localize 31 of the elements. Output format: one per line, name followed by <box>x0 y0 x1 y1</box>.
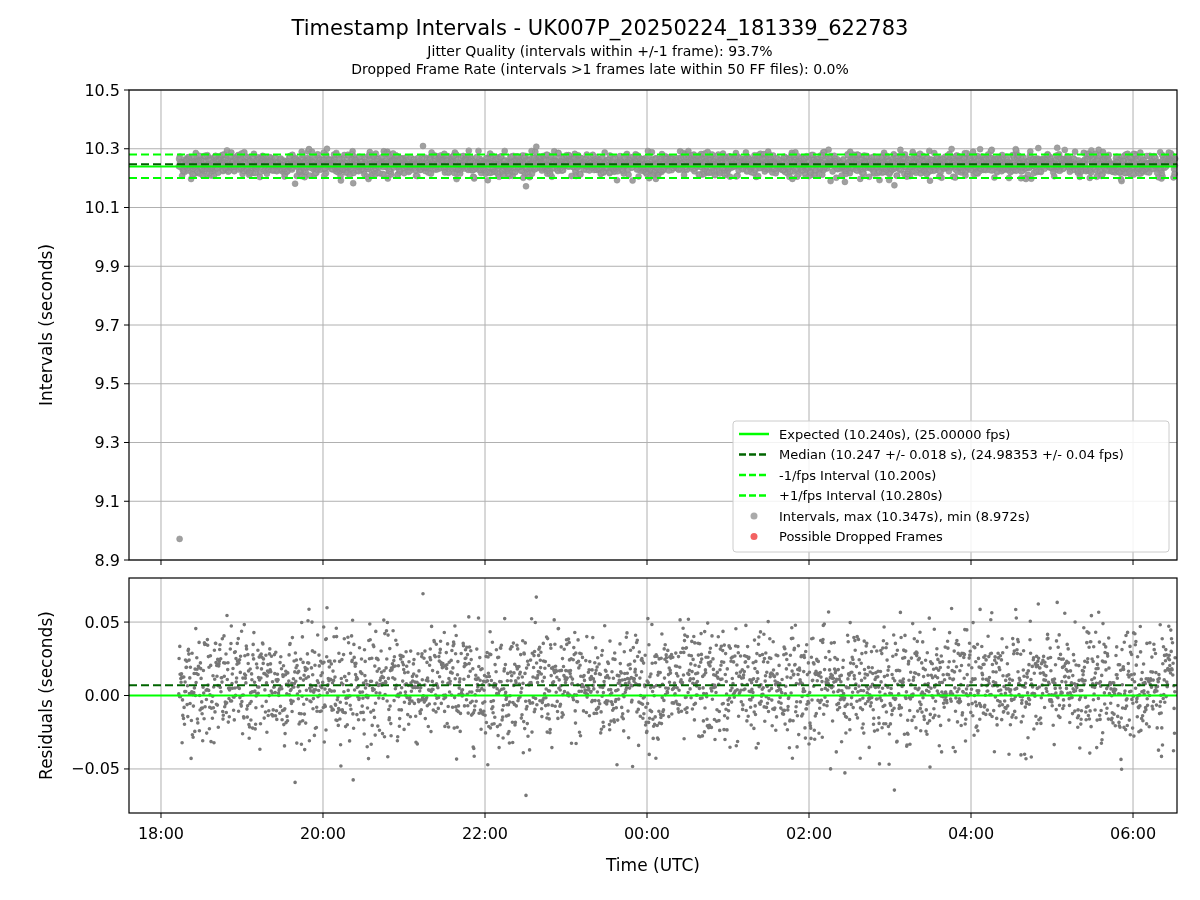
tick-label: 06:00 <box>1109 823 1157 843</box>
tick-label: 18:00 <box>137 823 185 843</box>
legend-label: Median (10.247 +/- 0.018 s), (24.98353 +/- 0.04 fps) <box>779 447 1124 462</box>
tick-label: 10.5 <box>84 80 120 100</box>
tick-label: 02:00 <box>785 823 833 843</box>
legend-label: Possible Dropped Frames <box>779 529 943 544</box>
legend-label: Intervals, max (10.347s), min (8.972s) <box>779 508 1030 524</box>
legend-label: +1/fps Interval (10.280s) <box>779 488 943 503</box>
tick-label: 9.3 <box>94 433 120 452</box>
legend-label: Expected (10.240s), (25.00000 fps) <box>779 426 1011 442</box>
tick-label: 0.05 <box>84 612 120 632</box>
tick-label: 10.3 <box>84 139 120 159</box>
figure-title: Timestamp Intervals - UK007P_20250224_181339_622783 <box>291 15 909 42</box>
tick-label: 9.9 <box>94 256 120 276</box>
tick-label: 0.00 <box>84 686 120 705</box>
tick-label: 9.7 <box>94 315 120 335</box>
tick-label: 9.1 <box>94 491 120 511</box>
figure-subtitle: Dropped Frame Rate (intervals >1 frames late within 50 FF files): 0.0% <box>351 60 849 78</box>
tick-label: 8.9 <box>94 550 120 570</box>
axis-label: Intervals (seconds) <box>36 243 56 407</box>
tick-label: 10.1 <box>84 198 120 217</box>
tick-label: 00:00 <box>623 823 671 843</box>
axis-label: Time (UTC) <box>606 855 700 875</box>
tick-label: 9.5 <box>94 374 120 394</box>
axis-label: Residuals (seconds) <box>36 611 56 780</box>
tick-label: −0.05 <box>70 759 120 779</box>
tick-label: 20:00 <box>299 823 347 843</box>
tick-label: 04:00 <box>947 823 995 843</box>
figure-subtitle: Jitter Quality (intervals within +/-1 frame): 93.7% <box>427 42 773 60</box>
tick-label: 22:00 <box>461 823 509 843</box>
legend-label: -1/fps Interval (10.200s) <box>779 467 937 483</box>
